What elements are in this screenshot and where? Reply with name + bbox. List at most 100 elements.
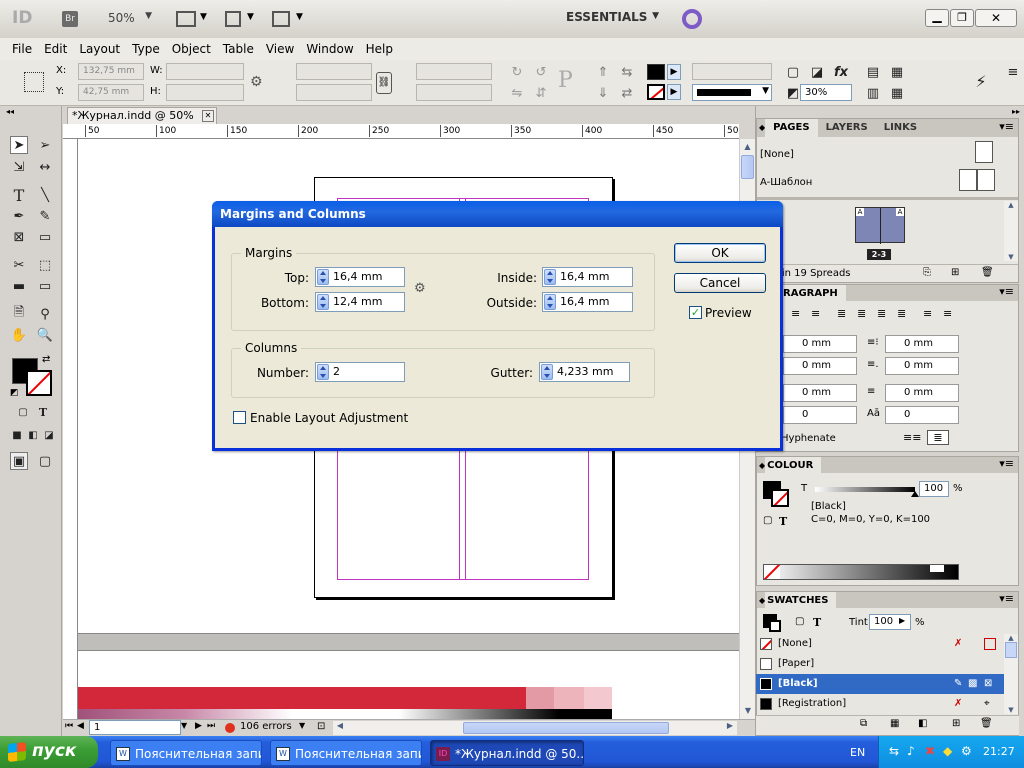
- stroke-dropdown-icon[interactable]: ▶: [667, 84, 681, 100]
- colour-formatting-text-icon[interactable]: T: [779, 515, 787, 528]
- language-indicator[interactable]: EN: [850, 746, 865, 759]
- create-page-icon[interactable]: ⊞: [951, 267, 959, 278]
- tray-update-icon[interactable]: ⚙: [961, 744, 972, 758]
- gutter-field[interactable]: 4,233 mm: [539, 362, 630, 382]
- bottom-spinner-icon[interactable]: [317, 294, 329, 310]
- h-scroll-left-icon[interactable]: ◀: [333, 721, 347, 730]
- swatches-stroke-box[interactable]: [769, 620, 781, 632]
- tray-network-icon[interactable]: ⇆: [889, 744, 899, 758]
- swatches-tint-arrow-icon[interactable]: ▶: [899, 616, 905, 625]
- gap-tool-icon[interactable]: ↔: [36, 158, 54, 176]
- number-spinner-icon[interactable]: [317, 364, 329, 380]
- align-justify-center-icon[interactable]: ≣: [857, 307, 866, 320]
- scale-x-field[interactable]: [296, 63, 372, 80]
- align-justify-left-icon[interactable]: ≣: [837, 307, 846, 320]
- scissors-tool-icon[interactable]: ✂: [10, 256, 28, 274]
- screen-mode-icon[interactable]: [225, 11, 241, 27]
- workspace-switcher[interactable]: ESSENTIALS ▼: [566, 10, 661, 28]
- panel-menu-icon[interactable]: ≡: [1004, 63, 1022, 81]
- menu-view[interactable]: View: [260, 38, 300, 60]
- enable-layout-checkbox[interactable]: [233, 411, 246, 424]
- next-page-icon[interactable]: ▶: [195, 721, 202, 731]
- link-icon[interactable]: ⛓: [376, 72, 392, 94]
- text-wrap-icon[interactable]: ▤: [864, 63, 882, 81]
- align-away-spine-icon[interactable]: ≡: [943, 307, 952, 320]
- top-spinner-icon[interactable]: [317, 269, 329, 285]
- bridge-button[interactable]: Br: [62, 11, 78, 27]
- edit-page-size-icon[interactable]: ⎘: [923, 267, 931, 278]
- rotation-field[interactable]: [416, 63, 492, 80]
- type-tool-icon[interactable]: T: [10, 186, 28, 205]
- line-tool-icon[interactable]: ╲: [36, 186, 54, 204]
- tab-colour[interactable]: COLOUR: [765, 457, 822, 475]
- chevron-down-icon[interactable]: ▼: [299, 721, 305, 730]
- tint-slider[interactable]: [815, 487, 919, 497]
- gradient-swatch-tool-icon[interactable]: ▬: [10, 277, 28, 295]
- eyedropper-tool-icon[interactable]: ⚲: [36, 305, 54, 323]
- align-towards-spine-icon[interactable]: ≡: [923, 307, 932, 320]
- restore-button[interactable]: ❐: [950, 9, 974, 27]
- swatch-black[interactable]: [Black] ✎ ▩ ⊠: [756, 674, 1018, 694]
- free-transform-tool-icon[interactable]: ⬚: [36, 256, 54, 274]
- tab-swatches[interactable]: SWATCHES: [765, 592, 837, 610]
- colour-stroke-box[interactable]: [771, 489, 789, 507]
- h-scroll-thumb[interactable]: [463, 722, 669, 734]
- menu-object[interactable]: Object: [166, 38, 217, 60]
- first-page-icon[interactable]: ⏮: [65, 721, 73, 731]
- outside-spinner-icon[interactable]: [544, 294, 556, 310]
- document-tab[interactable]: *Журнал.indd @ 50% ✕: [67, 107, 217, 124]
- stroke-weight-field[interactable]: [692, 63, 772, 80]
- scroll-up-icon[interactable]: ▲: [1004, 634, 1018, 642]
- color-mode-icon[interactable]: ◧: [918, 718, 927, 729]
- align-left-icon[interactable]: ≡: [791, 307, 800, 320]
- x-position-field[interactable]: 132,75 mm: [78, 63, 144, 80]
- gradient-feather-tool-icon[interactable]: ▭: [36, 277, 54, 295]
- ramp-white-box[interactable]: [930, 565, 944, 572]
- panel-menu-icon[interactable]: ▾≡: [999, 285, 1014, 298]
- scroll-up-icon[interactable]: ▲: [740, 139, 755, 155]
- menu-edit[interactable]: Edit: [38, 38, 73, 60]
- quick-apply-icon[interactable]: ⚡: [972, 72, 990, 91]
- normal-view-icon[interactable]: ▣: [10, 452, 28, 470]
- note-tool-icon[interactable]: 🗎: [10, 305, 28, 323]
- align-justify-all-icon[interactable]: ≣: [897, 307, 906, 320]
- chain-link-icon[interactable]: ⚙: [414, 281, 426, 296]
- tab-layers[interactable]: LAYERS: [818, 119, 876, 137]
- ramp-none-box[interactable]: [764, 565, 780, 579]
- swatch-registration[interactable]: [Registration] ✗ ⌖: [756, 694, 1018, 714]
- formatting-container-icon[interactable]: ▢: [14, 403, 32, 421]
- select-previous-icon[interactable]: ⇄: [618, 84, 636, 102]
- space-before-field[interactable]: 0 mm: [783, 384, 857, 402]
- frame-fitting-icon[interactable]: ▦: [888, 63, 906, 81]
- a-master-label[interactable]: A-Шаблон: [760, 177, 812, 188]
- scroll-thumb[interactable]: [1005, 642, 1017, 658]
- new-color-group-icon[interactable]: ▦: [890, 718, 899, 729]
- top-margin-field[interactable]: 16,4 mm: [315, 267, 405, 287]
- drop-cap-chars-field[interactable]: 0: [885, 406, 959, 424]
- taskbar-item-word-1[interactable]: W Пояснительная запи...: [110, 740, 262, 766]
- columns-number-field[interactable]: 2: [315, 362, 405, 382]
- menu-layout[interactable]: Layout: [73, 38, 126, 60]
- rectangle-frame-tool-icon[interactable]: ⊠: [10, 228, 28, 246]
- default-colors-icon[interactable]: ◩: [10, 388, 19, 398]
- scroll-thumb[interactable]: [741, 155, 754, 179]
- chevron-down-icon[interactable]: ▼: [200, 12, 207, 22]
- space-after-field[interactable]: 0 mm: [885, 384, 959, 402]
- opacity-field[interactable]: 30%: [800, 84, 852, 101]
- swatches-text-icon[interactable]: T: [813, 616, 821, 629]
- pencil-tool-icon[interactable]: ✎: [36, 207, 54, 225]
- page-number-field[interactable]: 1: [89, 720, 181, 735]
- delete-swatch-icon[interactable]: 🗑: [980, 718, 993, 729]
- flip-vertical-icon[interactable]: ⇵: [532, 84, 550, 102]
- effects-icon[interactable]: ◪: [808, 63, 826, 81]
- align-top-icon[interactable]: ▥: [864, 84, 882, 102]
- collapse-arrows-icon[interactable]: ◂◂: [6, 107, 14, 116]
- open-page-icon[interactable]: ⊡: [317, 721, 325, 732]
- rectangle-tool-icon[interactable]: ▭: [36, 228, 54, 246]
- menu-type[interactable]: Type: [126, 38, 166, 60]
- y-position-field[interactable]: 42,75 mm: [78, 84, 144, 101]
- bottom-margin-field[interactable]: 12,4 mm: [315, 292, 405, 312]
- tray-shield-icon[interactable]: ◆: [943, 744, 952, 758]
- left-indent-field[interactable]: 0 mm: [783, 335, 857, 353]
- chevron-down-icon[interactable]: ▼: [247, 12, 254, 22]
